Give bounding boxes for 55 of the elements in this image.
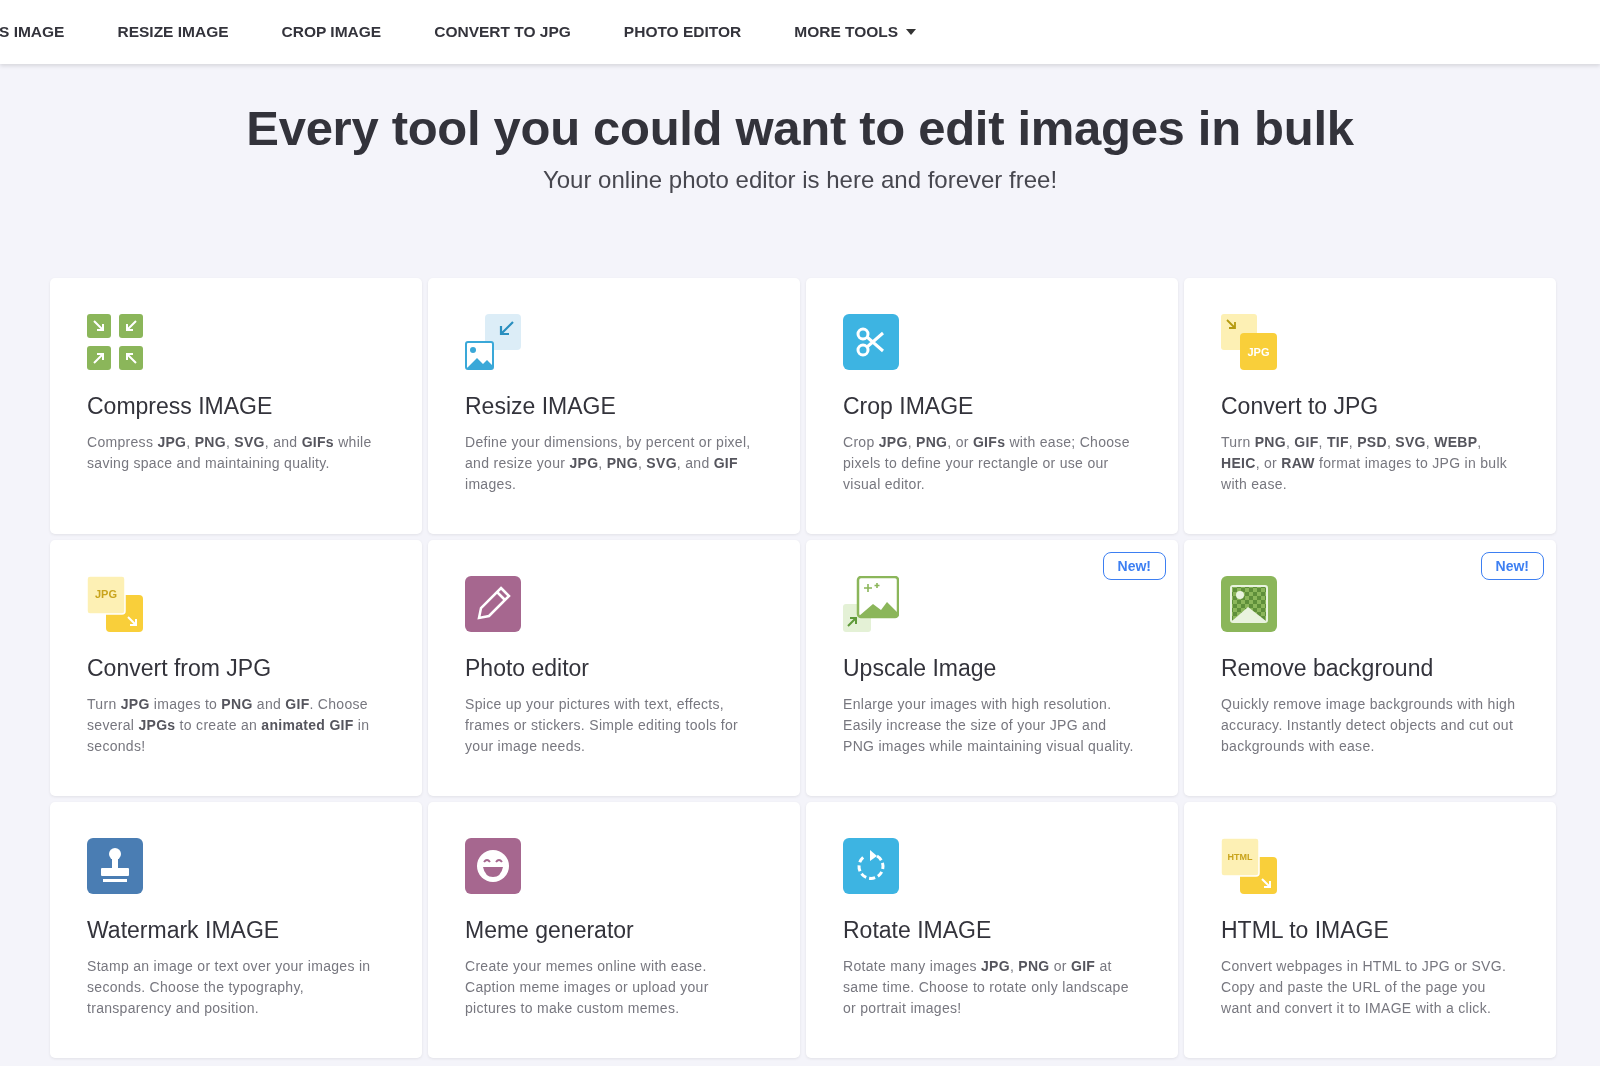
tool-card[interactable]: Photo editor Spice up your pictures with text, effects, frames or stickers. Simple editing tools for your image needs. xyxy=(428,540,800,796)
tool-card[interactable]: Meme generator Create your memes online with ease. Caption meme images or upload your pictures to make custom memes. xyxy=(428,802,800,1058)
nav-link[interactable]: S IMAGE xyxy=(0,23,65,41)
checkered-image-icon xyxy=(1221,576,1277,632)
tool-title: Crop IMAGE xyxy=(843,393,975,420)
tool-card[interactable]: JPG Convert from JPG Turn JPG images to PNG and GIF. Choose several JPGs to create an animated GIF in seconds! xyxy=(50,540,422,796)
tool-title: Convert from JPG xyxy=(87,655,273,682)
tool-title: Resize IMAGE xyxy=(465,393,617,420)
tool-card[interactable]: Compress IMAGE Compress JPG, PNG, SVG, and GIFs while saving space and maintaining quality. xyxy=(50,278,422,534)
scissors-icon xyxy=(843,314,899,370)
laughing-face-icon xyxy=(465,838,521,894)
tool-description: Rotate many images JPG, PNG or GIF at same time. Choose to rotate only landscape or portrait images! xyxy=(843,957,1130,1018)
tool-title: Compress IMAGE xyxy=(87,393,274,420)
tool-title: Watermark IMAGE xyxy=(87,917,281,944)
page-subtitle: Your online photo editor is here and forever free! xyxy=(541,166,1059,194)
tool-description: Crop JPG, PNG, or GIFs with ease; Choose pixels to define your rectangle or use our visual editor. xyxy=(843,433,1131,494)
tool-description: Quickly remove image backgrounds with high accuracy. Instantly detect objects and cut out backgrounds with ease. xyxy=(1221,695,1516,756)
nav-link[interactable]: CONVERT TO JPG xyxy=(434,23,571,41)
tool-title: Remove background xyxy=(1221,655,1435,682)
tool-title: Convert to JPG xyxy=(1221,393,1380,420)
tool-description: Spice up your pictures with text, effects, frames or stickers. Simple editing tools for your image needs. xyxy=(465,695,740,756)
tool-description: Stamp an image or text over your images in seconds. Choose the typography, transparency and position. xyxy=(87,957,372,1018)
tool-title: Upscale Image xyxy=(843,655,998,682)
tool-description: Enlarge your images with high resolution. Easily increase the size of your JPG and PNG images while maintaining visual quality. xyxy=(843,695,1135,756)
tool-title: Photo editor xyxy=(465,655,591,682)
stamp-icon xyxy=(87,838,143,894)
tool-card[interactable]: Rotate IMAGE Rotate many images JPG, PNG or GIF at same time. Choose to rotate only landscape or portrait images! xyxy=(806,802,1178,1058)
tool-card[interactable]: Crop IMAGE Crop JPG, PNG, or GIFs with ease; Choose pixels to define your rectangle or use our visual editor. xyxy=(806,278,1178,534)
tool-description: Turn PNG, GIF, TIF, PSD, SVG, WEBP, HEIC, or RAW format images to JPG in bulk with ease. xyxy=(1221,433,1509,494)
nav-link[interactable]: MORE TOOLS xyxy=(794,23,917,41)
upscale-image-icon xyxy=(843,576,899,632)
compress-arrows-icon xyxy=(87,314,143,370)
tool-card[interactable]: HTML HTML to IMAGE Convert webpages in HTML to JPG or SVG. Copy and paste the URL of the page you want and convert it to IMAGE with a click. xyxy=(1184,802,1556,1058)
tool-card[interactable]: New! Upscale Image Enlarge your images with high resolution. Easily increase the size of your JPG and PNG images while maintaining visual quality. xyxy=(806,540,1178,796)
nav-link[interactable]: CROP IMAGE xyxy=(281,23,382,41)
tool-description: Create your memes online with ease. Caption meme images or upload your pictures to make custom memes. xyxy=(465,957,710,1018)
nav-link[interactable]: PHOTO EDITOR xyxy=(623,23,742,41)
tool-title: Rotate IMAGE xyxy=(843,917,993,944)
rotate-icon xyxy=(843,838,899,894)
tool-card[interactable]: Resize IMAGE Define your dimensions, by percent or pixel, and resize your JPG, PNG, SVG, and GIF images. xyxy=(428,278,800,534)
tool-card[interactable]: JPG Convert to JPG Turn PNG, GIF, TIF, PSD, SVG, WEBP, HEIC, or RAW format images to JPG in bulk with ease. xyxy=(1184,278,1556,534)
new-badge: New! xyxy=(1480,552,1544,580)
tool-card[interactable]: New! Remove background Quickly remove image backgrounds with high accuracy. Instantly detect objects and cut out backgrounds with ease. xyxy=(1184,540,1556,796)
pencil-icon xyxy=(465,576,521,632)
tool-description: Define your dimensions, by percent or pixel, and resize your JPG, PNG, SVG, and GIF images. xyxy=(465,433,752,494)
resize-image-icon xyxy=(465,314,521,370)
tool-card[interactable]: Watermark IMAGE Stamp an image or text over your images in seconds. Choose the typography, transparency and position. xyxy=(50,802,422,1058)
tool-description: Compress JPG, PNG, SVG, and GIFs while saving space and maintaining quality. xyxy=(87,433,373,473)
tool-title: Meme generator xyxy=(465,917,635,944)
nav-link[interactable]: RESIZE IMAGE xyxy=(117,23,229,41)
page-title: Every tool you could want to edit images in bulk xyxy=(245,100,1355,156)
tool-description: Convert webpages in HTML to JPG or SVG. Copy and paste the URL of the page you want and convert it to IMAGE with a click. xyxy=(1221,957,1508,1018)
tool-description: Turn JPG images to PNG and GIF. Choose several JPGs to create an animated GIF in seconds! xyxy=(87,695,371,756)
tool-title: HTML to IMAGE xyxy=(1221,917,1390,944)
new-badge: New! xyxy=(1102,552,1166,580)
